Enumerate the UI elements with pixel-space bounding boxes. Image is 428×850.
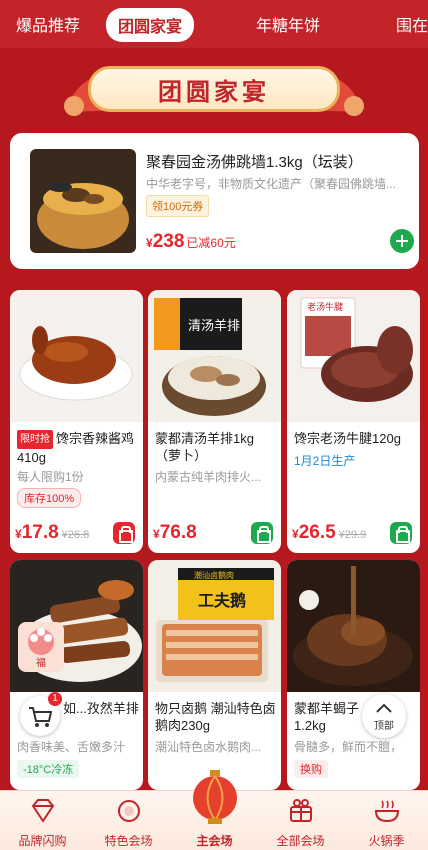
gift-icon [290, 799, 312, 822]
package-label: 工夫鹅 [198, 591, 246, 610]
add-to-cart-button[interactable] [390, 229, 414, 253]
product-price: ¥17.8 ¥26.8 [15, 522, 90, 543]
product-title: 馋宗老汤牛腱120g [294, 431, 401, 446]
product-subtitle: 骨髓多，鲜而不膻， [294, 740, 403, 754]
coupon-badge[interactable]: 领100元券 [146, 195, 210, 217]
package-label-top: 潮汕卤鹅肉 [194, 570, 234, 580]
product-card[interactable]: 老汤牛腱 馋宗老汤牛腱120g 1月2日生产 ¥26.5 ¥29.9 [287, 290, 420, 553]
product-card[interactable]: 限时抢 馋宗香辣酱鸡410g 每人限购1份 库存100% ¥17.8 ¥26.8 [10, 290, 143, 553]
featured-product-card[interactable]: 聚春园金汤佛跳墙1.3kg（坛装） 中华老字号，非物质文化遗产（聚春园佛跳墙..… [10, 133, 419, 269]
chevron-up-icon [376, 703, 392, 713]
cart-badge: 1 [48, 692, 62, 706]
section-title: 团圆家宴 [88, 66, 340, 112]
featured-product-subtitle: 中华老字号，非物质文化遗产（聚春园佛跳墙... [146, 177, 397, 191]
product-card[interactable]: 蒙都羊蝎子（原味）1.2kg 骨髓多，鲜而不膻， 换购 [287, 560, 420, 790]
tab-more[interactable]: 围在 [396, 12, 428, 36]
tab-new-year-candy[interactable]: 年糖年饼 [256, 12, 320, 36]
product-image: 潮汕卤鹅肉 工夫鹅 [148, 560, 281, 692]
product-subtitle: 每人限购1份 [17, 470, 84, 484]
production-date: 1月2日生产 [294, 454, 356, 468]
product-image: 清汤羊排 [148, 290, 281, 422]
featured-price: ¥238 已减60元 [146, 231, 236, 252]
hotpot-icon [374, 800, 400, 823]
nav-featured-venue[interactable]: 特色会场 [86, 791, 171, 850]
lucky-bag-icon[interactable]: 福 [14, 618, 68, 674]
product-title: 蒙都清汤羊排1kg（萝卜） [155, 431, 254, 463]
product-title: 物只卤鹅 潮汕特色卤鹅肉230g [155, 701, 276, 733]
exchange-tag: 换购 [294, 760, 328, 778]
product-card[interactable]: 如...孜然羊排 肉香味美、舌嫩多汁 -18°C冷冻 [10, 560, 143, 790]
product-title: 限时抢 馋宗香辣酱鸡410g [17, 430, 135, 465]
nav-hotpot-season[interactable]: 火锅季 [344, 791, 428, 850]
diamond-icon [31, 799, 55, 823]
featured-product-title: 聚春园金汤佛跳墙1.3kg（坛装） [146, 154, 363, 171]
stock-badge: 库存100% [17, 488, 82, 508]
lantern-icon[interactable] [190, 770, 240, 828]
back-to-top-label: 顶部 [374, 721, 394, 732]
product-subtitle: 内蒙古纯羊肉排火... [155, 470, 262, 484]
product-subtitle: 肉香味美、舌嫩多汁 [17, 740, 126, 754]
product-image [10, 290, 143, 422]
category-tab-bar: 爆品推荐 团圆家宴 年糖年饼 围在 [0, 0, 428, 48]
lucky-bag-label: 福 [36, 656, 46, 669]
nav-brand-flash[interactable]: 品牌闪购 [0, 791, 85, 850]
product-card[interactable]: 潮汕卤鹅肉 工夫鹅 物只卤鹅 潮汕特色卤鹅肉230g 潮汕特色卤水鹅肉... [148, 560, 281, 790]
package-label: 清汤羊排 [188, 318, 240, 334]
medal-icon [118, 800, 140, 822]
add-to-cart-button[interactable] [113, 522, 135, 544]
tab-family-feast[interactable]: 团圆家宴 [106, 8, 195, 42]
product-price: ¥76.8 [153, 522, 197, 543]
product-image: 老汤牛腱 [287, 290, 420, 422]
product-image [287, 560, 420, 692]
featured-product-image [30, 149, 136, 253]
nav-all-venues[interactable]: 全部会场 [258, 791, 343, 850]
product-price: ¥26.5 ¥29.9 [292, 522, 367, 543]
product-subtitle: 潮汕特色卤水鹅肉... [155, 740, 262, 754]
add-to-cart-button[interactable] [251, 522, 273, 544]
add-to-cart-button[interactable] [390, 522, 412, 544]
floating-cart-button[interactable]: 1 [20, 692, 62, 736]
back-to-top-button[interactable]: 顶部 [362, 694, 406, 738]
package-label: 老汤牛腱 [307, 301, 343, 313]
product-card[interactable]: 清汤羊排 蒙都清汤羊排1kg（萝卜） 内蒙古纯羊肉排火... ¥76.8 [148, 290, 281, 553]
frozen-tag: -18°C冷冻 [17, 760, 80, 778]
tab-hot-picks[interactable]: 爆品推荐 [16, 12, 80, 36]
